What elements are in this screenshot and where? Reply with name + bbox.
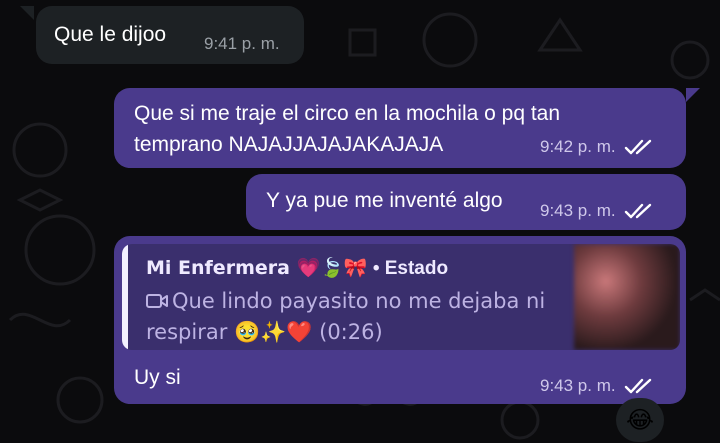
incoming-message-bubble[interactable]: Que le dijoo 9:41 p. m. <box>36 6 304 64</box>
quote-author: Mi Enfermera 💗🍃🎀 • Estado <box>146 256 448 280</box>
message-meta: 9:43 p. m. <box>540 201 658 221</box>
message-text: Que le dijoo <box>54 23 167 46</box>
quote-author-name: Mi Enfermera 💗🍃🎀 <box>146 257 368 279</box>
double-check-icon <box>624 378 651 394</box>
message-timestamp: 9:42 p. m. <box>540 137 616 156</box>
message-text: Y ya pue me inventé algo <box>266 189 503 212</box>
message-time: 9:41 p. m. <box>204 34 280 54</box>
quote-message-text: Que lindo payasito no me dejaba ni respi… <box>146 289 546 344</box>
double-check-icon <box>624 139 651 155</box>
double-check-icon <box>624 203 651 219</box>
message-meta: 9:43 p. m. <box>540 376 658 396</box>
message-timestamp: 9:43 p. m. <box>540 201 616 220</box>
quote-text: Que lindo payasito no me dejaba ni respi… <box>146 286 566 348</box>
outgoing-message-bubble[interactable]: Que si me traje el circo en la mochila o… <box>114 88 686 168</box>
message-meta: 9:42 p. m. <box>540 137 658 157</box>
incoming-bubble-tail <box>20 6 34 20</box>
message-text: Uy si <box>134 366 181 389</box>
quote-accent-bar <box>122 244 128 350</box>
message-reaction-badge[interactable]: 😂 <box>616 398 664 442</box>
message-timestamp: 9:41 p. m. <box>204 34 280 53</box>
outgoing-bubble-tail <box>686 88 700 102</box>
blurred-video-thumbnail[interactable] <box>574 244 680 350</box>
message-timestamp: 9:43 p. m. <box>540 376 616 395</box>
quoted-status-preview[interactable]: Mi Enfermera 💗🍃🎀 • Estado Que lindo paya… <box>122 244 680 350</box>
tears-of-joy-emoji: 😂 <box>625 406 655 434</box>
outgoing-message-bubble[interactable]: Y ya pue me inventé algo 9:43 p. m. <box>246 174 686 230</box>
quote-source-label: • Estado <box>372 258 449 279</box>
video-camera-icon <box>146 294 168 308</box>
